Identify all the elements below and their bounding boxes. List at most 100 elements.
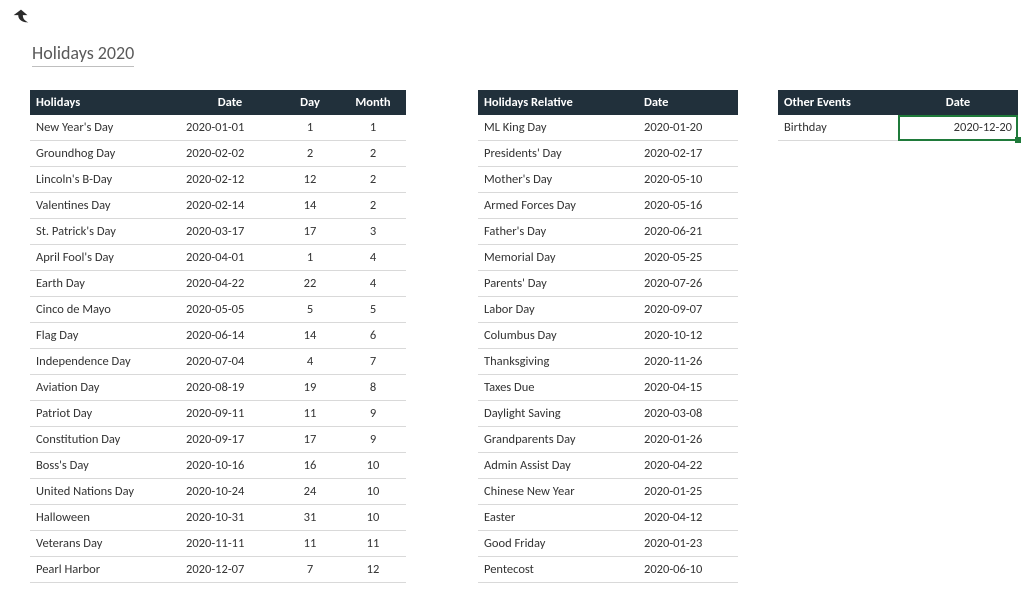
cell[interactable]: 10 (340, 505, 406, 531)
cell[interactable]: 2020-09-17 (180, 427, 280, 453)
cell[interactable]: 17 (280, 219, 340, 245)
cell[interactable]: Admin Assist Day (478, 453, 638, 479)
cell[interactable]: Independence Day (30, 349, 180, 375)
table-row[interactable]: Good Friday2020-01-23 (478, 531, 738, 557)
cell[interactable]: Boss's Day (30, 453, 180, 479)
cell[interactable]: 10 (340, 479, 406, 505)
cell[interactable]: 2020-01-23 (638, 531, 738, 557)
table-row[interactable]: Memorial Day2020-05-25 (478, 245, 738, 271)
cell[interactable]: 14 (280, 323, 340, 349)
cell[interactable]: 2020-10-12 (638, 323, 738, 349)
cell[interactable]: Mother's Day (478, 167, 638, 193)
cell[interactable]: 2020-04-22 (180, 271, 280, 297)
cell[interactable]: Patriot Day (30, 401, 180, 427)
table-row[interactable]: Halloween2020-10-313110 (30, 505, 406, 531)
table-row[interactable]: Boss's Day2020-10-161610 (30, 453, 406, 479)
cell[interactable]: 5 (280, 297, 340, 323)
cell[interactable]: Daylight Saving (478, 401, 638, 427)
cell[interactable]: 2 (340, 193, 406, 219)
cell[interactable]: 31 (280, 505, 340, 531)
cell[interactable]: Constitution Day (30, 427, 180, 453)
cell[interactable]: 2020-01-20 (638, 115, 738, 141)
cell[interactable]: 2020-02-14 (180, 193, 280, 219)
cell[interactable]: Valentines Day (30, 193, 180, 219)
cell[interactable]: Halloween (30, 505, 180, 531)
cell[interactable]: Aviation Day (30, 375, 180, 401)
cell[interactable]: 4 (340, 271, 406, 297)
cell[interactable]: Lincoln's B-Day (30, 167, 180, 193)
table-row[interactable]: United Nations Day2020-10-242410 (30, 479, 406, 505)
cell[interactable]: 9 (340, 427, 406, 453)
cell[interactable]: Easter (478, 505, 638, 531)
table-row[interactable]: Columbus Day2020-10-12 (478, 323, 738, 349)
cell[interactable]: 2020-09-11 (180, 401, 280, 427)
cell[interactable]: 12 (340, 557, 406, 583)
cell[interactable]: 2020-10-31 (180, 505, 280, 531)
cell[interactable]: 2020-04-15 (638, 375, 738, 401)
cell[interactable]: 2020-08-19 (180, 375, 280, 401)
table-row[interactable]: Labor Day2020-09-07 (478, 297, 738, 323)
cell[interactable]: 11 (280, 401, 340, 427)
cell[interactable]: 1 (340, 115, 406, 141)
cell[interactable]: Cinco de Mayo (30, 297, 180, 323)
cell[interactable]: April Fool's Day (30, 245, 180, 271)
cell[interactable]: 12 (280, 167, 340, 193)
table-row[interactable]: Pearl Harbor2020-12-07712 (30, 557, 406, 583)
cell[interactable]: 2020-06-10 (638, 557, 738, 583)
cell[interactable]: 2020-03-17 (180, 219, 280, 245)
cell[interactable]: Thanksgiving (478, 349, 638, 375)
cell[interactable]: 2020-05-10 (638, 167, 738, 193)
cell[interactable]: 2020-04-22 (638, 453, 738, 479)
cell[interactable]: 7 (340, 349, 406, 375)
cell[interactable]: 3 (340, 219, 406, 245)
table-row[interactable]: Chinese New Year2020-01-25 (478, 479, 738, 505)
cell[interactable]: Memorial Day (478, 245, 638, 271)
cell[interactable]: 6 (340, 323, 406, 349)
cell[interactable]: Veterans Day (30, 531, 180, 557)
cell[interactable]: 4 (280, 349, 340, 375)
cell[interactable]: 2 (340, 167, 406, 193)
cell[interactable]: Groundhog Day (30, 141, 180, 167)
table-row[interactable]: Valentines Day2020-02-14142 (30, 193, 406, 219)
cell[interactable]: 2020-03-08 (638, 401, 738, 427)
cell[interactable]: 19 (280, 375, 340, 401)
table-row[interactable]: Cinco de Mayo2020-05-0555 (30, 297, 406, 323)
selected-cell[interactable]: 2020-12-20 (898, 115, 1018, 141)
cell[interactable]: ML King Day (478, 115, 638, 141)
table-row[interactable]: Pentecost2020-06-10 (478, 557, 738, 583)
table-row[interactable]: Armed Forces Day2020-05-16 (478, 193, 738, 219)
cell[interactable]: 2020-07-26 (638, 271, 738, 297)
back-arrow-icon[interactable] (10, 6, 32, 32)
table-row[interactable]: Birthday2020-12-20 (778, 115, 1018, 141)
cell[interactable]: 1 (280, 245, 340, 271)
cell[interactable]: Chinese New Year (478, 479, 638, 505)
table-row[interactable]: Groundhog Day2020-02-0222 (30, 141, 406, 167)
cell[interactable]: Father's Day (478, 219, 638, 245)
cell[interactable]: Parents' Day (478, 271, 638, 297)
table-row[interactable]: Presidents' Day2020-02-17 (478, 141, 738, 167)
table-row[interactable]: New Year's Day2020-01-0111 (30, 115, 406, 141)
cell[interactable]: Pentecost (478, 557, 638, 583)
cell[interactable]: 16 (280, 453, 340, 479)
cell[interactable]: 24 (280, 479, 340, 505)
table-row[interactable]: Taxes Due2020-04-15 (478, 375, 738, 401)
cell[interactable]: 22 (280, 271, 340, 297)
cell[interactable]: 2020-11-26 (638, 349, 738, 375)
cell[interactable]: 2020-10-24 (180, 479, 280, 505)
cell[interactable]: Earth Day (30, 271, 180, 297)
cell[interactable]: 2020-02-17 (638, 141, 738, 167)
cell[interactable]: 10 (340, 453, 406, 479)
cell[interactable]: 17 (280, 427, 340, 453)
cell[interactable]: Good Friday (478, 531, 638, 557)
cell[interactable]: Birthday (778, 115, 898, 141)
table-row[interactable]: Admin Assist Day2020-04-22 (478, 453, 738, 479)
cell[interactable]: 2020-12-07 (180, 557, 280, 583)
table-row[interactable]: St. Patrick's Day2020-03-17173 (30, 219, 406, 245)
table-row[interactable]: Mother's Day2020-05-10 (478, 167, 738, 193)
cell[interactable]: 2020-05-16 (638, 193, 738, 219)
cell[interactable]: Taxes Due (478, 375, 638, 401)
cell[interactable]: 11 (280, 531, 340, 557)
cell[interactable]: 1 (280, 115, 340, 141)
table-row[interactable]: Constitution Day2020-09-17179 (30, 427, 406, 453)
cell[interactable]: 2020-06-21 (638, 219, 738, 245)
